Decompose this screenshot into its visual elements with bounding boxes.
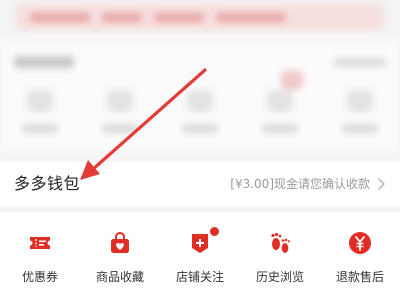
browsing-history-label: 历史浏览 (255, 270, 304, 284)
blurred-orders-card (0, 40, 400, 152)
refund-aftersales-label: 退款售后 (335, 270, 384, 284)
product-favorites-button[interactable]: 商品收藏 (80, 212, 160, 300)
coupon-button[interactable]: 优惠券 (0, 212, 80, 300)
chevron-right-icon (378, 178, 385, 190)
shopping-bag-icon (111, 232, 129, 253)
store-follow-button[interactable]: 店铺关注 (160, 212, 240, 300)
wallet-title: 多多钱包 (14, 174, 81, 193)
shortcut-bar: 优惠券 商品收藏 店铺关注 历史浏览 退款售后 (0, 212, 400, 300)
coupon-label: 优惠券 (21, 270, 58, 284)
blurred-orders-section (0, 0, 400, 156)
wallet-row[interactable]: 多多钱包 [¥3.00]现金请您确认收款 (0, 162, 400, 206)
refund-aftersales-button[interactable]: 退款售后 (320, 212, 400, 300)
coupon-icon (30, 237, 50, 249)
footprints-icon (271, 232, 290, 253)
store-follow-label: 店铺关注 (175, 270, 224, 284)
product-favorites-label: 商品收藏 (95, 270, 144, 284)
wallet-cash-notice: [¥3.00]现金请您确认收款 (230, 177, 370, 191)
refund-yen-icon (349, 232, 371, 254)
notification-dot (209, 226, 220, 237)
blurred-banner (16, 4, 384, 30)
browsing-history-button[interactable]: 历史浏览 (240, 212, 320, 300)
